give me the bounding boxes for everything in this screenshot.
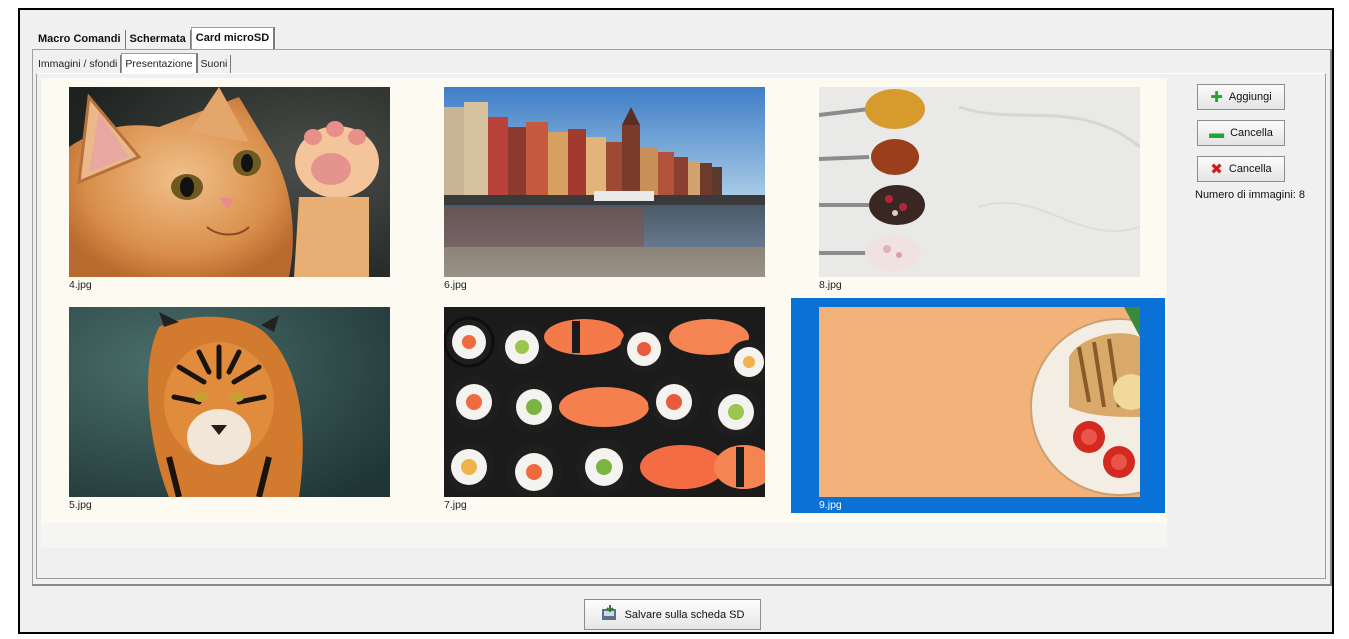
thumbnail-item[interactable]: 5.jpg bbox=[41, 298, 415, 513]
thumbnail-filename: 4.jpg bbox=[69, 279, 92, 291]
thumbnail-filename: 8.jpg bbox=[819, 279, 842, 291]
card-microsd-panel: Immagini / sfondi Presentazione Suoni 4.… bbox=[32, 49, 1332, 586]
x-icon: ✖ bbox=[1210, 160, 1223, 178]
sd-card-save-icon bbox=[601, 605, 619, 624]
thumbnail-filename: 6.jpg bbox=[444, 279, 467, 291]
outer-tab-bar: Macro Comandi Schermata Card microSD bbox=[34, 27, 276, 50]
tab-presentazione[interactable]: Presentazione bbox=[121, 53, 198, 73]
inner-tab-bar: Immagini / sfondi Presentazione Suoni bbox=[35, 53, 232, 73]
tab-immagini-sfondi[interactable]: Immagini / sfondi bbox=[35, 55, 122, 73]
save-to-sd-button[interactable]: Salvare sulla scheda SD bbox=[584, 599, 761, 630]
thumbnail-filename: 7.jpg bbox=[444, 499, 467, 511]
image-count-label: Numero di immagini: 8 bbox=[1195, 189, 1306, 201]
food-plate-image bbox=[819, 307, 1140, 497]
thumbnail-item[interactable]: 7.jpg bbox=[416, 298, 790, 513]
tiger-image bbox=[69, 307, 390, 497]
remove-button-label: Cancella bbox=[1230, 127, 1273, 139]
kitten-image bbox=[69, 87, 390, 277]
tab-card-microsd[interactable]: Card microSD bbox=[190, 27, 276, 50]
spices-image bbox=[819, 87, 1140, 277]
sushi-image bbox=[444, 307, 765, 497]
presentazione-panel: 4.jpg 6.jpg 8.jpg 5.jpg 7.jpg 9.jpg ✚ Ag… bbox=[36, 73, 1326, 579]
save-button-label: Salvare sulla scheda SD bbox=[624, 608, 745, 621]
image-gallery[interactable]: 4.jpg 6.jpg 8.jpg 5.jpg 7.jpg 9.jpg bbox=[41, 78, 1167, 548]
delete-button-label: Cancella bbox=[1228, 163, 1272, 175]
thumbnail-grid: 4.jpg 6.jpg 8.jpg 5.jpg 7.jpg 9.jpg bbox=[41, 78, 1167, 523]
tab-suoni[interactable]: Suoni bbox=[198, 55, 232, 73]
tab-schermata[interactable]: Schermata bbox=[125, 30, 191, 50]
delete-button[interactable]: ✖ Cancella bbox=[1197, 156, 1285, 182]
add-button[interactable]: ✚ Aggiungi bbox=[1197, 84, 1285, 110]
minus-icon: ▬ bbox=[1209, 124, 1225, 142]
add-button-label: Aggiungi bbox=[1228, 91, 1272, 103]
plus-icon: ✚ bbox=[1210, 88, 1223, 106]
thumbnail-item-selected[interactable]: 9.jpg bbox=[791, 298, 1165, 513]
thumbnail-item[interactable]: 6.jpg bbox=[416, 78, 790, 293]
remove-button[interactable]: ▬ Cancella bbox=[1197, 120, 1285, 146]
tab-macro-comandi[interactable]: Macro Comandi bbox=[34, 30, 126, 50]
thumbnail-item[interactable]: 8.jpg bbox=[791, 78, 1165, 293]
thumbnail-item[interactable]: 4.jpg bbox=[41, 78, 415, 293]
thumbnail-filename: 9.jpg bbox=[819, 499, 842, 511]
canal-city-image bbox=[444, 87, 765, 277]
thumbnail-filename: 5.jpg bbox=[69, 499, 92, 511]
